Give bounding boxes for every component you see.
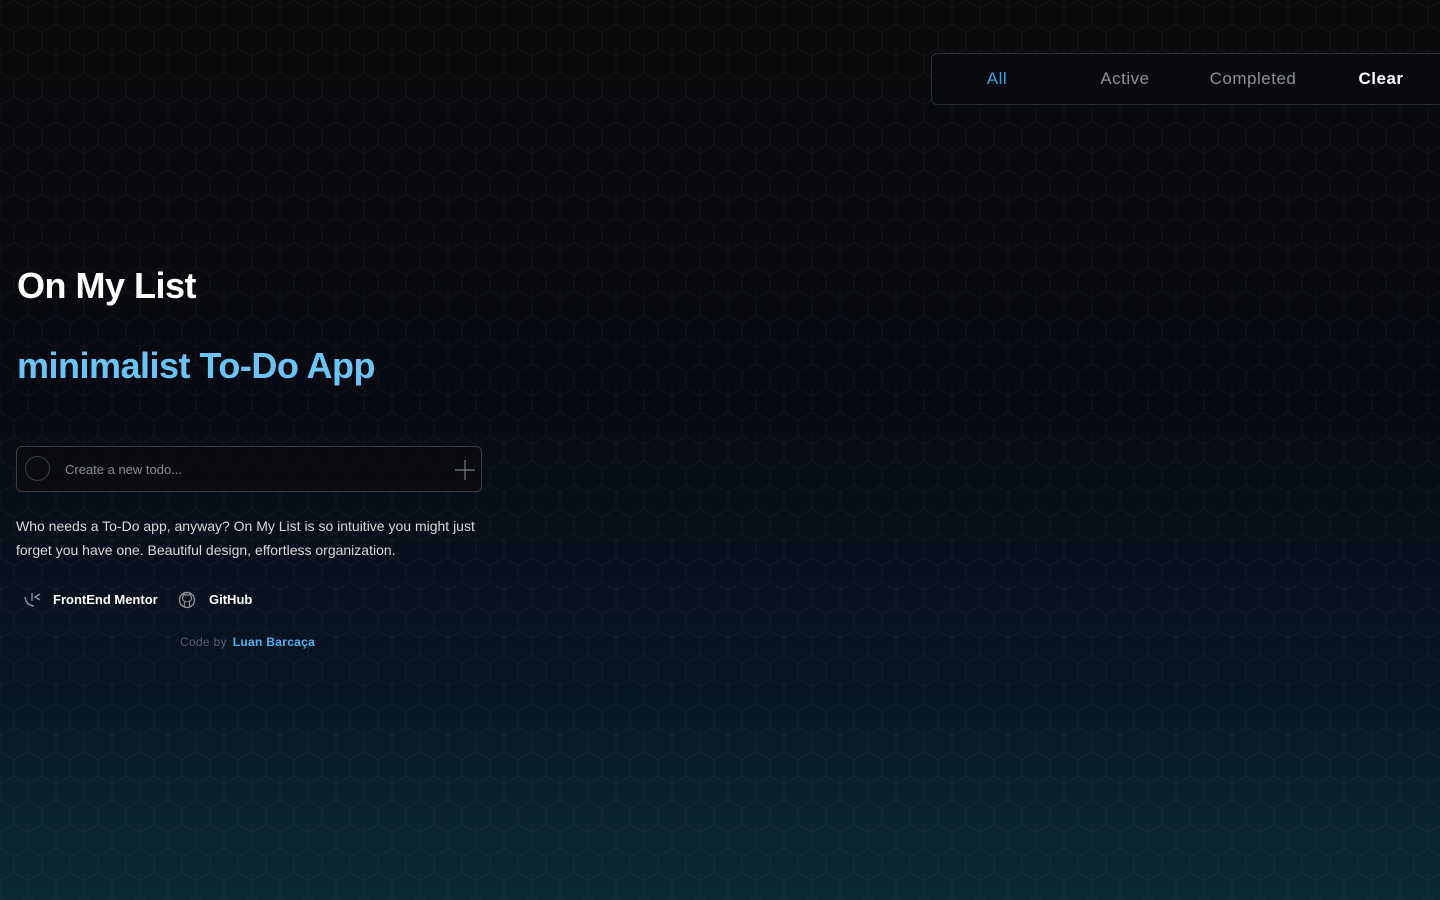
- filter-bar: All Active Completed Clear: [931, 53, 1440, 105]
- clear-completed-button[interactable]: Clear: [1321, 54, 1440, 104]
- plus-icon: [455, 460, 475, 480]
- add-todo-button[interactable]: [453, 458, 477, 482]
- circle-checkbox-icon[interactable]: [25, 456, 50, 481]
- app-title: On My List: [17, 265, 197, 306]
- github-label: GitHub: [209, 592, 253, 607]
- credit-prefix: Code by: [180, 635, 227, 649]
- filter-active-tab[interactable]: Active: [1065, 54, 1185, 104]
- new-todo-form: [16, 446, 482, 492]
- app-description: Who needs a To-Do app, anyway? On My Lis…: [16, 518, 475, 558]
- frontend-mentor-icon: [24, 593, 41, 607]
- filter-completed-tab[interactable]: Completed: [1193, 54, 1313, 104]
- frontend-mentor-label: FrontEnd Mentor: [53, 592, 158, 607]
- new-todo-input[interactable]: [63, 457, 437, 481]
- author-link[interactable]: Luan Barcaça: [233, 635, 315, 649]
- app-subtitle: minimalist To-Do App: [17, 345, 375, 386]
- github-icon: [178, 591, 196, 609]
- footer-credit: Code by Luan Barcaça: [180, 632, 315, 652]
- filter-all-tab[interactable]: All: [937, 54, 1057, 104]
